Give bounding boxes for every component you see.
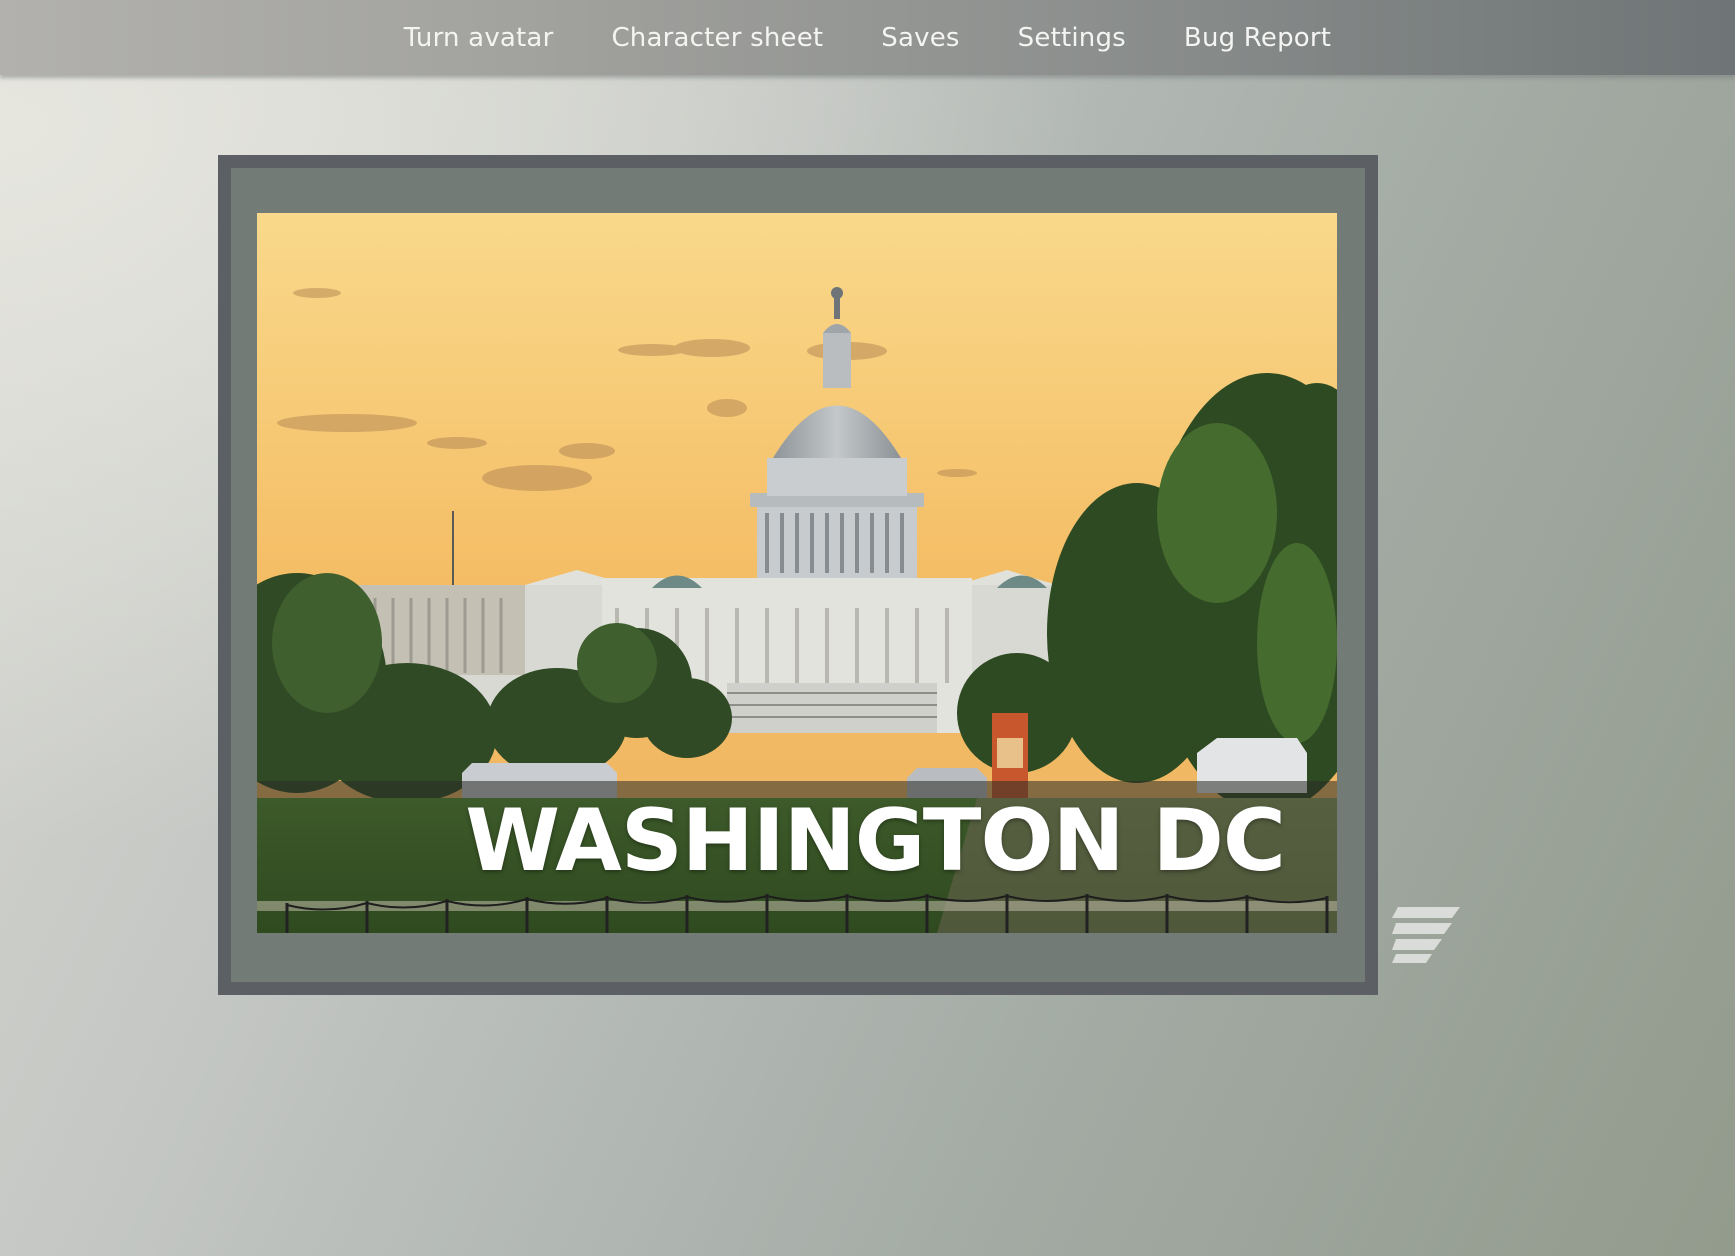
nav-bug-report[interactable]: Bug Report <box>1184 23 1331 53</box>
nav-settings[interactable]: Settings <box>1018 23 1126 53</box>
location-frame-inner: WASHINGTON DC <box>231 168 1365 982</box>
top-nav-bar: Turn avatar Character sheet Saves Settin… <box>0 0 1735 75</box>
menu-lines-icon[interactable] <box>1392 905 1462 963</box>
nav-saves[interactable]: Saves <box>881 23 959 53</box>
nav-turn-avatar[interactable]: Turn avatar <box>404 23 554 53</box>
location-frame: WASHINGTON DC <box>218 155 1378 995</box>
location-title: WASHINGTON DC <box>465 791 1286 891</box>
location-image: WASHINGTON DC <box>257 213 1337 933</box>
nav-character-sheet[interactable]: Character sheet <box>611 23 823 53</box>
